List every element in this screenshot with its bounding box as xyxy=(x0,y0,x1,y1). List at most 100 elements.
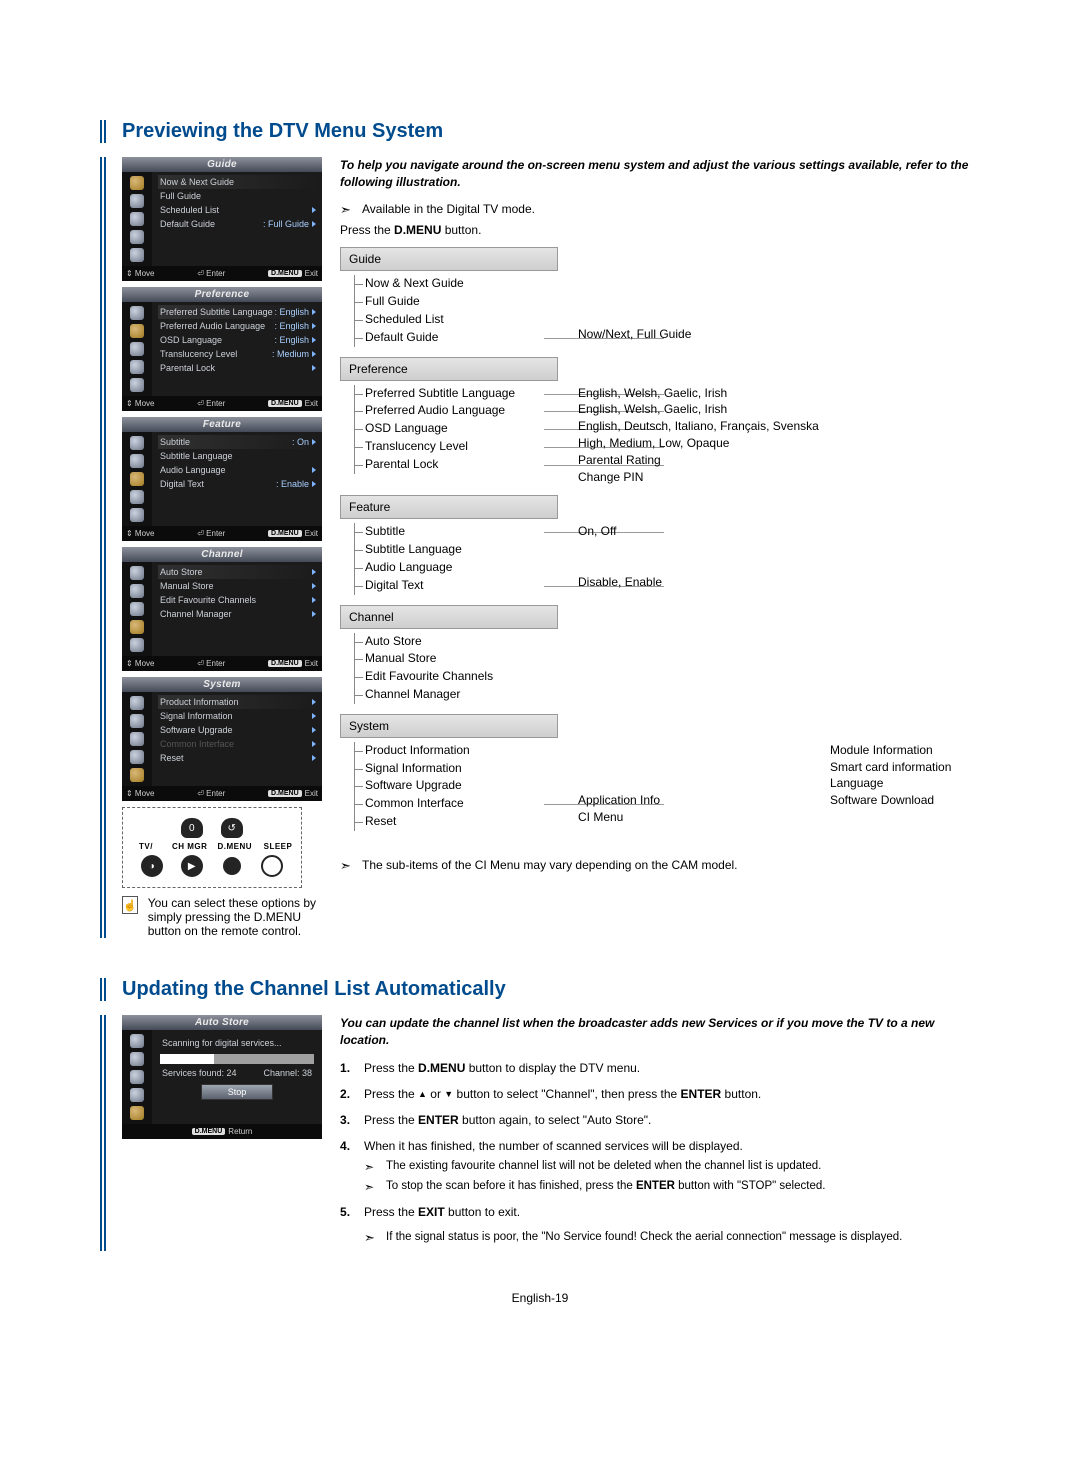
chevron-right-icon xyxy=(312,323,316,329)
ci-menu-note: The sub-items of the CI Menu may vary de… xyxy=(340,857,980,874)
sidebar-icon xyxy=(130,230,144,244)
tree-item: Common Interface xyxy=(354,795,544,813)
tree-value: On, Off xyxy=(578,523,980,540)
tree-item: Translucency Level xyxy=(354,438,544,456)
scanning-label: Scanning for digital services... xyxy=(160,1036,314,1050)
step4-sub2: To stop the scan before it has finished,… xyxy=(364,1178,980,1195)
stop-button[interactable]: Stop xyxy=(201,1084,274,1100)
panel-foot-hints: ⇕ Move⏎ EnterD.MENU Exit xyxy=(122,656,322,671)
preview-dtv-title: Previewing the DTV Menu System xyxy=(100,120,980,143)
sidebar-icon xyxy=(130,324,144,338)
tree-value: Module Information xyxy=(830,742,980,759)
chevron-right-icon xyxy=(312,337,316,343)
menu-item[interactable]: Product Information xyxy=(158,695,318,709)
tree-item: Preferred Subtitle Language xyxy=(354,385,544,403)
sidebar-icon xyxy=(130,602,144,616)
tree-head-feature: Feature xyxy=(340,495,558,519)
sidebar-icon xyxy=(130,212,144,226)
menu-item[interactable]: Translucency Level: Medium xyxy=(158,347,318,361)
menu-item[interactable]: Preferred Subtitle Language: English xyxy=(158,305,318,319)
remote-label-dmenu: D.MENU xyxy=(217,842,252,851)
tree-item: Signal Information xyxy=(354,760,544,778)
tree-item: Now & Next Guide xyxy=(354,275,544,293)
chevron-right-icon xyxy=(312,611,316,617)
menu-item[interactable]: Scheduled List xyxy=(158,203,318,217)
menu-item[interactable]: Common Interface xyxy=(158,737,318,751)
chevron-right-icon xyxy=(312,207,316,213)
chevron-right-icon xyxy=(312,467,316,473)
progress-bar: 35% xyxy=(160,1054,314,1064)
sidebar-icon xyxy=(130,436,144,450)
chevron-right-icon xyxy=(312,597,316,603)
menu-item[interactable]: Now & Next Guide xyxy=(158,175,318,189)
menu-item[interactable]: Digital Text: Enable xyxy=(158,477,318,491)
tree-item: Subtitle xyxy=(354,523,544,541)
osd-panel-channel: ChannelAuto StoreManual StoreEdit Favour… xyxy=(122,547,322,671)
tip-hand-icon: ☝ xyxy=(122,896,138,914)
tree-item: Default Guide xyxy=(354,329,544,347)
sidebar-icon xyxy=(130,248,144,262)
chevron-right-icon xyxy=(312,713,316,719)
chevron-right-icon xyxy=(312,351,316,357)
menu-item[interactable]: Auto Store xyxy=(158,565,318,579)
step-2: Press the ▲ or ▼ button to select "Chann… xyxy=(340,1085,980,1103)
menu-item[interactable]: Edit Favourite Channels xyxy=(158,593,318,607)
sidebar-icon xyxy=(130,194,144,208)
sidebar-icon xyxy=(130,306,144,320)
menu-item[interactable]: Parental Lock xyxy=(158,361,318,375)
section1-intro: To help you navigate around the on-scree… xyxy=(340,157,980,191)
sidebar-icon xyxy=(130,620,144,634)
chevron-right-icon xyxy=(312,481,316,487)
sidebar-icon xyxy=(130,638,144,652)
tree-item: Software Upgrade xyxy=(354,777,544,795)
tree-item: Subtitle Language xyxy=(354,541,544,559)
menu-item[interactable]: Channel Manager xyxy=(158,607,318,621)
sidebar-icon xyxy=(130,584,144,598)
step-3: Press the ENTER button again, to select … xyxy=(340,1111,980,1129)
remote-dmenu-button[interactable] xyxy=(221,855,243,877)
menu-item[interactable]: Audio Language xyxy=(158,463,318,477)
chevron-right-icon xyxy=(312,755,316,761)
remote-zero-button: 0 xyxy=(181,818,203,838)
tree-value: English, Deutsch, Italiano, Français, Sv… xyxy=(578,418,980,435)
menu-item[interactable]: Manual Store xyxy=(158,579,318,593)
tree-value xyxy=(578,540,980,557)
tree-value: Disable, Enable xyxy=(578,574,980,591)
tree-item: Product Information xyxy=(354,742,544,760)
remote-control-graphic: 0 ↺ TV/ CH MGR D.MENU SLEEP ◑ ▶ xyxy=(122,807,302,888)
sidebar-icon xyxy=(130,360,144,374)
digital-mode-note: Available in the Digital TV mode. xyxy=(340,201,980,218)
tree-value xyxy=(578,309,980,326)
page-footer: English-19 xyxy=(100,1291,980,1305)
menu-item[interactable]: Reset xyxy=(158,751,318,765)
tree-value: Software Download xyxy=(830,792,980,809)
sidebar-icon xyxy=(130,696,144,710)
tree-item: Digital Text xyxy=(354,577,544,595)
panel-foot-hints: ⇕ Move⏎ EnterD.MENU Exit xyxy=(122,786,322,801)
menu-item[interactable]: Preferred Audio Language: English xyxy=(158,319,318,333)
menu-item[interactable]: Signal Information xyxy=(158,709,318,723)
menu-item[interactable]: Default Guide: Full Guide xyxy=(158,217,318,231)
remote-pre-ch-button: ↺ xyxy=(221,818,243,838)
tree-value xyxy=(578,759,806,776)
chevron-right-icon xyxy=(312,309,316,315)
menu-item[interactable]: Subtitle: On xyxy=(158,435,318,449)
tree-head-system: System xyxy=(340,714,558,738)
step4-sub1: The existing favourite channel list will… xyxy=(364,1158,980,1175)
sidebar-icon xyxy=(130,566,144,580)
tree-item: Manual Store xyxy=(354,650,544,668)
tip-text: You can select these options by simply p… xyxy=(148,896,322,938)
remote-sleep-button xyxy=(261,855,283,877)
tree-value: Language xyxy=(830,775,980,792)
menu-item[interactable]: Software Upgrade xyxy=(158,723,318,737)
menu-item[interactable]: Full Guide xyxy=(158,189,318,203)
menu-item[interactable]: Subtitle Language xyxy=(158,449,318,463)
tree-item: Audio Language xyxy=(354,559,544,577)
remote-label-sleep: SLEEP xyxy=(262,842,294,851)
tree-item: Auto Store xyxy=(354,633,544,651)
tree-head-preference: Preference xyxy=(340,357,558,381)
chevron-right-icon xyxy=(312,583,316,589)
tree-head-channel: Channel xyxy=(340,605,558,629)
menu-item[interactable]: OSD Language: English xyxy=(158,333,318,347)
osd-panel-guide: GuideNow & Next GuideFull GuideScheduled… xyxy=(122,157,322,281)
